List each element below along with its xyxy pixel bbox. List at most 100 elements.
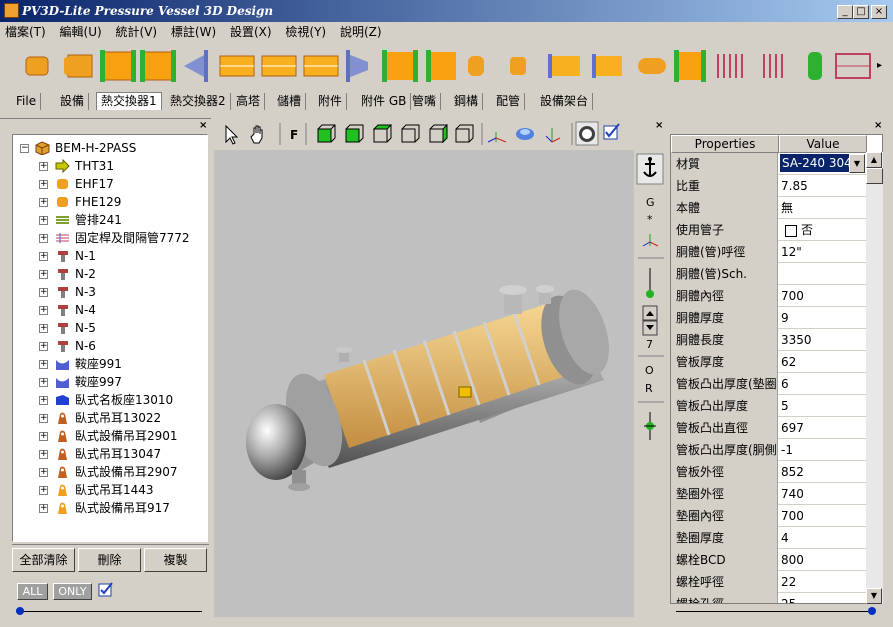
- property-value[interactable]: 800: [779, 549, 867, 571]
- menu-settings[interactable]: 設置(X): [225, 22, 277, 42]
- menu-help[interactable]: 說明(Z): [335, 22, 387, 42]
- property-value[interactable]: 9: [779, 307, 867, 329]
- collapse-icon[interactable]: −: [20, 144, 29, 153]
- property-value[interactable]: 22: [779, 571, 867, 593]
- 3d-viewport[interactable]: [214, 150, 634, 617]
- tab-nozzle[interactable]: 管嘴: [408, 93, 442, 110]
- expand-icon[interactable]: +: [39, 198, 48, 207]
- property-value[interactable]: 3350: [779, 329, 867, 351]
- tab-attachment-gb[interactable]: 附件 GB: [357, 93, 412, 110]
- property-value[interactable]: 無: [779, 197, 867, 219]
- expand-icon[interactable]: +: [39, 396, 48, 405]
- use-pipe-checkbox[interactable]: 否: [779, 219, 867, 241]
- scroll-up-button[interactable]: ▲: [866, 152, 882, 168]
- property-value[interactable]: 7.85: [779, 175, 867, 197]
- scroll-thumb[interactable]: [866, 168, 883, 184]
- property-row[interactable]: 墊圈外徑 740: [671, 483, 867, 505]
- property-value[interactable]: 700: [779, 505, 867, 527]
- property-row[interactable]: 管板外徑 852: [671, 461, 867, 483]
- property-value[interactable]: 6: [779, 373, 867, 395]
- menu-file[interactable]: 檔案(T): [0, 22, 51, 42]
- component-tree[interactable]: − BEM-H-2PASS + THT31 + EHF17 + FHE129 + 管排241 +…: [12, 134, 208, 542]
- property-value[interactable]: 852: [779, 461, 867, 483]
- tab-attachment[interactable]: 附件: [314, 93, 348, 110]
- expand-icon[interactable]: +: [39, 234, 48, 243]
- expand-icon[interactable]: +: [39, 504, 48, 513]
- property-row[interactable]: 管板厚度 62: [671, 351, 867, 373]
- menu-view[interactable]: 檢視(Y): [280, 22, 331, 42]
- tab-equipment-stand[interactable]: 設備架台: [536, 93, 594, 110]
- property-value[interactable]: 700: [779, 285, 867, 307]
- close-button[interactable]: ×: [871, 5, 887, 19]
- expand-icon[interactable]: +: [39, 216, 48, 225]
- property-value[interactable]: 62: [779, 351, 867, 373]
- check-icon[interactable]: [98, 581, 114, 597]
- property-row[interactable]: 螺栓呼徑 22: [671, 571, 867, 593]
- property-row[interactable]: 本體無: [671, 197, 867, 219]
- expand-icon[interactable]: +: [39, 252, 48, 261]
- property-value[interactable]: 5: [779, 395, 867, 417]
- property-row[interactable]: 墊圈內徑 700: [671, 505, 867, 527]
- expand-icon[interactable]: +: [39, 162, 48, 171]
- expand-icon[interactable]: +: [39, 360, 48, 369]
- scroll-down-button[interactable]: ▼: [866, 588, 882, 604]
- menu-statistics[interactable]: 統計(V): [111, 22, 163, 42]
- expand-icon[interactable]: +: [39, 324, 48, 333]
- copy-button[interactable]: 複製: [144, 548, 207, 572]
- property-row[interactable]: 胴體長度 3350: [671, 329, 867, 351]
- property-row[interactable]: 螺栓孔徑 25: [671, 593, 867, 603]
- maximize-button[interactable]: □: [853, 5, 869, 19]
- tab-tank[interactable]: 儲槽: [273, 93, 307, 110]
- property-value[interactable]: [779, 263, 867, 285]
- props-slider-handle[interactable]: [868, 607, 876, 615]
- expand-icon[interactable]: +: [39, 486, 48, 495]
- material-select[interactable]: SA-240 304 ▼: [779, 153, 867, 175]
- menu-edit[interactable]: 編輯(U): [55, 22, 107, 42]
- delete-button[interactable]: 刪除: [78, 548, 141, 572]
- property-row[interactable]: 管板凸出厚度(墊圈 6: [671, 373, 867, 395]
- property-row[interactable]: 材質 SA-240 304 ▼: [671, 153, 867, 175]
- tab-tower[interactable]: 高塔: [232, 93, 266, 110]
- property-row[interactable]: 管板凸出直徑 697: [671, 417, 867, 439]
- tab-piping[interactable]: 配管: [492, 93, 526, 110]
- property-row[interactable]: 管板凸出厚度 5: [671, 395, 867, 417]
- expand-icon[interactable]: +: [39, 306, 48, 315]
- tree-panel-close-icon[interactable]: ×: [199, 120, 207, 131]
- property-row[interactable]: 胴體內徑 700: [671, 285, 867, 307]
- expand-icon[interactable]: +: [39, 414, 48, 423]
- property-value[interactable]: -1: [779, 439, 867, 461]
- expand-icon[interactable]: +: [39, 180, 48, 189]
- property-value[interactable]: 740: [779, 483, 867, 505]
- expand-icon[interactable]: +: [39, 468, 48, 477]
- value-header[interactable]: Value: [779, 135, 867, 153]
- slider-handle[interactable]: [16, 607, 24, 615]
- property-row[interactable]: 墊圈厚度 4: [671, 527, 867, 549]
- properties-header[interactable]: Properties: [671, 135, 779, 153]
- viewer-close-icon[interactable]: ×: [655, 120, 663, 131]
- property-row[interactable]: 使用管子 否: [671, 219, 867, 241]
- expand-icon[interactable]: +: [39, 270, 48, 279]
- property-row[interactable]: 螺栓BCD 800: [671, 549, 867, 571]
- chevron-down-icon[interactable]: ▼: [849, 154, 865, 173]
- properties-scrollbar[interactable]: [866, 152, 883, 604]
- menu-annotate[interactable]: 標註(W): [166, 22, 221, 42]
- toolbar-more-icon[interactable]: ▸: [877, 60, 882, 71]
- minimize-button[interactable]: _: [837, 5, 853, 19]
- property-value[interactable]: 4: [779, 527, 867, 549]
- property-row[interactable]: 胴體(管)呼徑 12": [671, 241, 867, 263]
- property-value[interactable]: 12": [779, 241, 867, 263]
- all-button[interactable]: ALL: [17, 583, 48, 600]
- expand-icon[interactable]: +: [39, 378, 48, 387]
- properties-close-icon[interactable]: ×: [874, 120, 882, 131]
- property-row[interactable]: 管板凸出厚度(胴側 -1: [671, 439, 867, 461]
- expand-icon[interactable]: +: [39, 450, 48, 459]
- checkbox-icon[interactable]: [785, 224, 797, 237]
- property-value[interactable]: 697: [779, 417, 867, 439]
- property-row[interactable]: 比重 7.85: [671, 175, 867, 197]
- tab-steel-structure[interactable]: 鋼構: [450, 93, 484, 110]
- tab-heat-exchanger-2[interactable]: 熱交換器2: [166, 93, 231, 110]
- clear-all-button[interactable]: 全部清除: [12, 548, 75, 572]
- property-value[interactable]: 25: [779, 593, 867, 603]
- property-row[interactable]: 胴體(管)Sch.: [671, 263, 867, 285]
- expand-icon[interactable]: +: [39, 342, 48, 351]
